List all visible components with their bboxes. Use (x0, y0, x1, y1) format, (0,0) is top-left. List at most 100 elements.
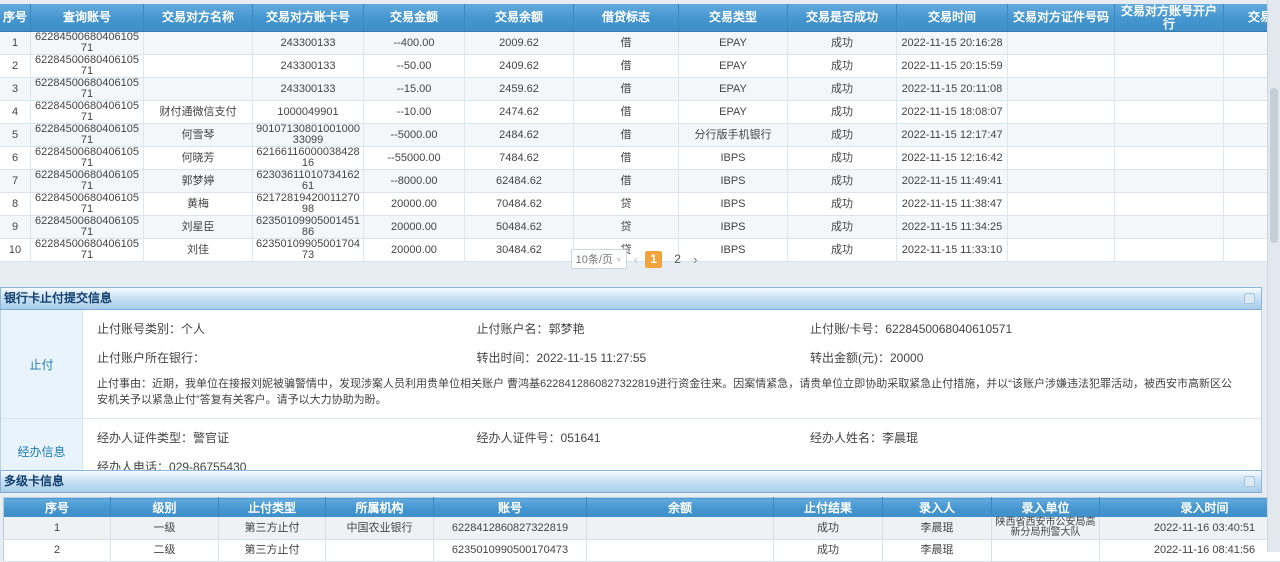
table-cell: 成功 (788, 170, 897, 193)
column-header: 序号 (0, 4, 31, 32)
scrollbar-thumb[interactable] (1270, 88, 1278, 243)
table-cell (1115, 170, 1224, 193)
multicard-panel: 多级卡信息 序号级别止付类型所属机构账号余额止付结果录入人录入单位录入时间 1一… (0, 470, 1262, 562)
table-cell: 借 (574, 78, 679, 101)
table-cell: --400.00 (364, 32, 465, 55)
table-cell (1008, 147, 1115, 170)
table-cell: 2022-11-15 20:15:59 (897, 55, 1008, 78)
table-cell: 二级 (111, 540, 219, 562)
table-cell: 1 (4, 517, 111, 540)
table-cell: 成功 (788, 216, 897, 239)
column-header: 止付类型 (219, 498, 326, 518)
stop-payment-reason: 止付事由：近期，我单位在接报刘妮被骗警情中，发现涉案人员利用贵单位相关账户 曹鸿… (97, 376, 1241, 408)
table-cell (587, 540, 774, 562)
table-cell (144, 32, 253, 55)
table-cell: 6228450068040610571 (31, 170, 144, 193)
table-cell: 243300133 (253, 55, 364, 78)
table-cell: EPAY (679, 101, 788, 124)
table-cell: 6217281942001127098 (253, 193, 364, 216)
table-cell (1008, 216, 1115, 239)
column-header: 交易金额 (364, 4, 465, 32)
column-header: 所属机构 (326, 498, 434, 518)
field-handler-name: 经办人姓名：李晨琨 (810, 429, 1247, 446)
table-cell: 借 (574, 147, 679, 170)
column-header: 交易时间 (897, 4, 1008, 32)
table-cell: 成功 (788, 101, 897, 124)
table-cell: 2474.62 (465, 101, 574, 124)
column-header: 录入时间 (1100, 498, 1280, 518)
table-cell: 分行版手机银行 (679, 124, 788, 147)
table-cell: --10.00 (364, 101, 465, 124)
multicard-header-row: 序号级别止付类型所属机构账号余额止付结果录入人录入单位录入时间 (4, 498, 1280, 518)
table-cell: 2022-11-15 12:16:42 (897, 147, 1008, 170)
column-header: 交易对方账号开户行 (1115, 4, 1224, 32)
table-cell: --50.00 (364, 55, 465, 78)
table-cell (1008, 32, 1115, 55)
page-size-value: 10条/页 (576, 251, 613, 267)
page-1-button[interactable]: 1 (645, 251, 662, 268)
multicard-panel-title-bar: 多级卡信息 (0, 470, 1262, 493)
zhifu-section: 止付账号类别：个人 止付账户名：郭梦艳 止付账/卡号：6228450068040… (83, 310, 1261, 418)
table-cell (1008, 101, 1115, 124)
table-cell: 6228450068040610571 (31, 147, 144, 170)
table-cell: 6228450068040610571 (31, 124, 144, 147)
table-cell: 借 (574, 32, 679, 55)
table-cell (144, 78, 253, 101)
page-2-button[interactable]: 2 (669, 251, 686, 268)
table-row: 96228450068040610571刘星臣62350109905001451… (0, 216, 1280, 239)
table-cell: EPAY (679, 32, 788, 55)
page-size-select[interactable]: 10条/页 ∨ (571, 249, 627, 269)
table-cell (992, 540, 1100, 562)
panel-title: 银行卡止付提交信息 (4, 288, 112, 309)
prev-page-button[interactable]: ‹ (634, 251, 638, 268)
column-header: 借贷标志 (574, 4, 679, 32)
table-cell: 2009.62 (465, 32, 574, 55)
table-cell: 成功 (788, 55, 897, 78)
column-header: 交易类型 (679, 4, 788, 32)
table-cell: 2022-11-16 03:40:51 (1100, 517, 1280, 540)
table-cell: 郭梦婷 (144, 170, 253, 193)
table-row: 46228450068040610571财付通微信支付1000049901--1… (0, 101, 1280, 124)
table-cell: 243300133 (253, 78, 364, 101)
field-transfer-amount: 转出金额(元)：20000 (810, 349, 1247, 366)
table-cell: 20000.00 (364, 216, 465, 239)
panel-collapse-icon[interactable] (1244, 476, 1255, 487)
scrollbar[interactable] (1267, 0, 1280, 552)
table-cell: 4 (0, 101, 31, 124)
page: 序号查询账号交易对方名称交易对方账卡号交易金额交易余额借贷标志交易类型交易是否成… (0, 0, 1280, 552)
table-cell: 8 (0, 193, 31, 216)
table-cell: 借 (574, 55, 679, 78)
table-cell: 贷 (574, 216, 679, 239)
table-cell: 一级 (111, 517, 219, 540)
stop-payment-panel-title-bar: 银行卡止付提交信息 (0, 287, 1262, 310)
next-page-button[interactable]: › (693, 251, 697, 268)
field-account-name: 止付账户名：郭梦艳 (477, 320, 811, 337)
table-cell: 243300133 (253, 32, 364, 55)
table-cell: 6228450068040610571 (31, 101, 144, 124)
field-handler-id-number: 经办人证件号：051641 (477, 429, 811, 446)
table-cell: IBPS (679, 170, 788, 193)
table-cell (587, 517, 774, 540)
table-cell: 3 (0, 78, 31, 101)
table-cell: 6230361101073416261 (253, 170, 364, 193)
table-cell: 李晨琨 (883, 540, 992, 562)
chevron-down-icon: ∨ (616, 255, 622, 262)
table-cell: 中国农业银行 (326, 517, 434, 540)
table-cell: 7 (0, 170, 31, 193)
table-cell: --5000.00 (364, 124, 465, 147)
table-cell: IBPS (679, 147, 788, 170)
table-cell: 成功 (774, 517, 883, 540)
table-cell (1008, 78, 1115, 101)
panel-collapse-icon[interactable] (1244, 293, 1255, 304)
transactions-table: 序号查询账号交易对方名称交易对方账卡号交易金额交易余额借贷标志交易类型交易是否成… (0, 4, 1268, 262)
table-cell: 6 (0, 147, 31, 170)
table-cell (1008, 193, 1115, 216)
table-cell: 李晨琨 (883, 517, 992, 540)
column-header: 录入单位 (992, 498, 1100, 518)
table-cell: 黄梅 (144, 193, 253, 216)
table-row: 2二级第三方止付6235010990500170473成功李晨琨2022-11-… (4, 540, 1280, 562)
table-cell (1115, 55, 1224, 78)
table-cell: 62484.62 (465, 170, 574, 193)
table-cell (1115, 124, 1224, 147)
field-account-category: 止付账号类别：个人 (97, 320, 477, 337)
